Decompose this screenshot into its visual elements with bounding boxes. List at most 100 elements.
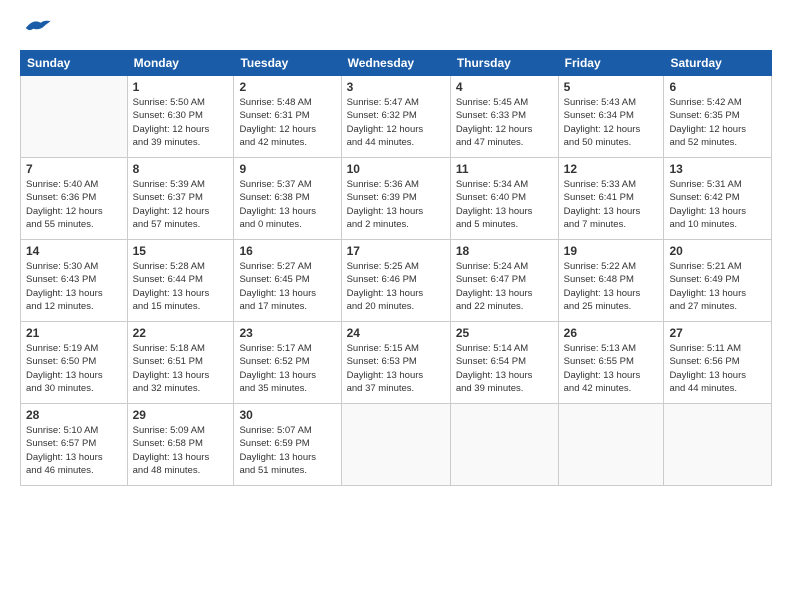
day-info: Sunrise: 5:13 AM Sunset: 6:55 PM Dayligh…: [564, 342, 659, 395]
weekday-header-sunday: Sunday: [21, 51, 128, 76]
calendar-cell: 8 Sunrise: 5:39 AM Sunset: 6:37 PM Daylig…: [127, 158, 234, 240]
day-info: Sunrise: 5:09 AM Sunset: 6:58 PM Dayligh…: [133, 424, 229, 477]
day-info: Sunrise: 5:27 AM Sunset: 6:45 PM Dayligh…: [239, 260, 335, 313]
day-number: 21: [26, 326, 122, 340]
calendar-week-3: 14 Sunrise: 5:30 AM Sunset: 6:43 PM Dayli…: [21, 240, 772, 322]
day-info: Sunrise: 5:25 AM Sunset: 6:46 PM Dayligh…: [347, 260, 445, 313]
calendar-cell: [664, 404, 772, 486]
day-info: Sunrise: 5:28 AM Sunset: 6:44 PM Dayligh…: [133, 260, 229, 313]
weekday-header-wednesday: Wednesday: [341, 51, 450, 76]
day-info: Sunrise: 5:30 AM Sunset: 6:43 PM Dayligh…: [26, 260, 122, 313]
calendar-cell: 4 Sunrise: 5:45 AM Sunset: 6:33 PM Daylig…: [450, 76, 558, 158]
calendar-cell: 19 Sunrise: 5:22 AM Sunset: 6:48 PM Dayli…: [558, 240, 664, 322]
day-info: Sunrise: 5:48 AM Sunset: 6:31 PM Dayligh…: [239, 96, 335, 149]
calendar-cell: 29 Sunrise: 5:09 AM Sunset: 6:58 PM Dayli…: [127, 404, 234, 486]
calendar-cell: 11 Sunrise: 5:34 AM Sunset: 6:40 PM Dayli…: [450, 158, 558, 240]
calendar-cell: 14 Sunrise: 5:30 AM Sunset: 6:43 PM Dayli…: [21, 240, 128, 322]
day-number: 3: [347, 80, 445, 94]
calendar-week-2: 7 Sunrise: 5:40 AM Sunset: 6:36 PM Daylig…: [21, 158, 772, 240]
day-number: 14: [26, 244, 122, 258]
day-number: 10: [347, 162, 445, 176]
day-info: Sunrise: 5:15 AM Sunset: 6:53 PM Dayligh…: [347, 342, 445, 395]
day-info: Sunrise: 5:39 AM Sunset: 6:37 PM Dayligh…: [133, 178, 229, 231]
day-number: 23: [239, 326, 335, 340]
day-info: Sunrise: 5:37 AM Sunset: 6:38 PM Dayligh…: [239, 178, 335, 231]
day-info: Sunrise: 5:11 AM Sunset: 6:56 PM Dayligh…: [669, 342, 766, 395]
calendar-cell: 13Sunrise: 5:31 AM Sunset: 6:42 PM Dayli…: [664, 158, 772, 240]
day-number: 19: [564, 244, 659, 258]
day-info: Sunrise: 5:50 AM Sunset: 6:30 PM Dayligh…: [133, 96, 229, 149]
calendar-cell: 17 Sunrise: 5:25 AM Sunset: 6:46 PM Dayli…: [341, 240, 450, 322]
page: SundayMondayTuesdayWednesdayThursdayFrid…: [0, 0, 792, 612]
day-info: Sunrise: 5:21 AM Sunset: 6:49 PM Dayligh…: [669, 260, 766, 313]
day-info: Sunrise: 5:40 AM Sunset: 6:36 PM Dayligh…: [26, 178, 122, 231]
calendar-week-4: 21 Sunrise: 5:19 AM Sunset: 6:50 PM Dayli…: [21, 322, 772, 404]
day-number: 20: [669, 244, 766, 258]
day-info: Sunrise: 5:43 AM Sunset: 6:34 PM Dayligh…: [564, 96, 659, 149]
calendar-week-5: 28 Sunrise: 5:10 AM Sunset: 6:57 PM Dayli…: [21, 404, 772, 486]
day-info: Sunrise: 5:14 AM Sunset: 6:54 PM Dayligh…: [456, 342, 553, 395]
weekday-header-monday: Monday: [127, 51, 234, 76]
calendar-cell: 16 Sunrise: 5:27 AM Sunset: 6:45 PM Dayli…: [234, 240, 341, 322]
day-number: 7: [26, 162, 122, 176]
calendar-cell: 9 Sunrise: 5:37 AM Sunset: 6:38 PM Daylig…: [234, 158, 341, 240]
day-info: Sunrise: 5:45 AM Sunset: 6:33 PM Dayligh…: [456, 96, 553, 149]
header: [20, 16, 772, 40]
calendar-cell: 25Sunrise: 5:14 AM Sunset: 6:54 PM Dayli…: [450, 322, 558, 404]
day-number: 16: [239, 244, 335, 258]
weekday-header-thursday: Thursday: [450, 51, 558, 76]
calendar-cell: [21, 76, 128, 158]
logo-bird-icon: [22, 16, 52, 40]
calendar-cell: 7 Sunrise: 5:40 AM Sunset: 6:36 PM Daylig…: [21, 158, 128, 240]
weekday-header-tuesday: Tuesday: [234, 51, 341, 76]
day-number: 30: [239, 408, 335, 422]
day-number: 27: [669, 326, 766, 340]
calendar-cell: 2 Sunrise: 5:48 AM Sunset: 6:31 PM Daylig…: [234, 76, 341, 158]
calendar-cell: 22Sunrise: 5:18 AM Sunset: 6:51 PM Dayli…: [127, 322, 234, 404]
day-number: 11: [456, 162, 553, 176]
day-info: Sunrise: 5:42 AM Sunset: 6:35 PM Dayligh…: [669, 96, 766, 149]
day-number: 17: [347, 244, 445, 258]
calendar-cell: 30 Sunrise: 5:07 AM Sunset: 6:59 PM Dayli…: [234, 404, 341, 486]
day-info: Sunrise: 5:34 AM Sunset: 6:40 PM Dayligh…: [456, 178, 553, 231]
day-number: 13: [669, 162, 766, 176]
day-info: Sunrise: 5:47 AM Sunset: 6:32 PM Dayligh…: [347, 96, 445, 149]
day-number: 5: [564, 80, 659, 94]
day-info: Sunrise: 5:10 AM Sunset: 6:57 PM Dayligh…: [26, 424, 122, 477]
day-number: 1: [133, 80, 229, 94]
day-number: 12: [564, 162, 659, 176]
calendar-cell: 1 Sunrise: 5:50 AM Sunset: 6:30 PM Daylig…: [127, 76, 234, 158]
logo: [20, 16, 52, 40]
calendar-cell: [558, 404, 664, 486]
calendar-cell: 20 Sunrise: 5:21 AM Sunset: 6:49 PM Dayli…: [664, 240, 772, 322]
day-info: Sunrise: 5:33 AM Sunset: 6:41 PM Dayligh…: [564, 178, 659, 231]
calendar-cell: 12 Sunrise: 5:33 AM Sunset: 6:41 PM Dayli…: [558, 158, 664, 240]
calendar-cell: 5 Sunrise: 5:43 AM Sunset: 6:34 PM Daylig…: [558, 76, 664, 158]
day-number: 22: [133, 326, 229, 340]
calendar-cell: 26Sunrise: 5:13 AM Sunset: 6:55 PM Dayli…: [558, 322, 664, 404]
day-info: Sunrise: 5:36 AM Sunset: 6:39 PM Dayligh…: [347, 178, 445, 231]
calendar-cell: 18Sunrise: 5:24 AM Sunset: 6:47 PM Dayli…: [450, 240, 558, 322]
calendar-cell: 27 Sunrise: 5:11 AM Sunset: 6:56 PM Dayli…: [664, 322, 772, 404]
day-number: 28: [26, 408, 122, 422]
day-number: 29: [133, 408, 229, 422]
day-info: Sunrise: 5:07 AM Sunset: 6:59 PM Dayligh…: [239, 424, 335, 477]
calendar-cell: 3 Sunrise: 5:47 AM Sunset: 6:32 PM Daylig…: [341, 76, 450, 158]
weekday-header-saturday: Saturday: [664, 51, 772, 76]
calendar-cell: 10 Sunrise: 5:36 AM Sunset: 6:39 PM Dayli…: [341, 158, 450, 240]
calendar-cell: 24 Sunrise: 5:15 AM Sunset: 6:53 PM Dayli…: [341, 322, 450, 404]
calendar-cell: 21 Sunrise: 5:19 AM Sunset: 6:50 PM Dayli…: [21, 322, 128, 404]
day-number: 8: [133, 162, 229, 176]
day-info: Sunrise: 5:22 AM Sunset: 6:48 PM Dayligh…: [564, 260, 659, 313]
day-number: 24: [347, 326, 445, 340]
weekday-header-friday: Friday: [558, 51, 664, 76]
day-number: 18: [456, 244, 553, 258]
calendar-header-row: SundayMondayTuesdayWednesdayThursdayFrid…: [21, 51, 772, 76]
calendar-cell: [450, 404, 558, 486]
day-info: Sunrise: 5:19 AM Sunset: 6:50 PM Dayligh…: [26, 342, 122, 395]
calendar-cell: 23Sunrise: 5:17 AM Sunset: 6:52 PM Dayli…: [234, 322, 341, 404]
day-number: 9: [239, 162, 335, 176]
day-number: 4: [456, 80, 553, 94]
day-number: 2: [239, 80, 335, 94]
calendar-cell: 6Sunrise: 5:42 AM Sunset: 6:35 PM Daylig…: [664, 76, 772, 158]
